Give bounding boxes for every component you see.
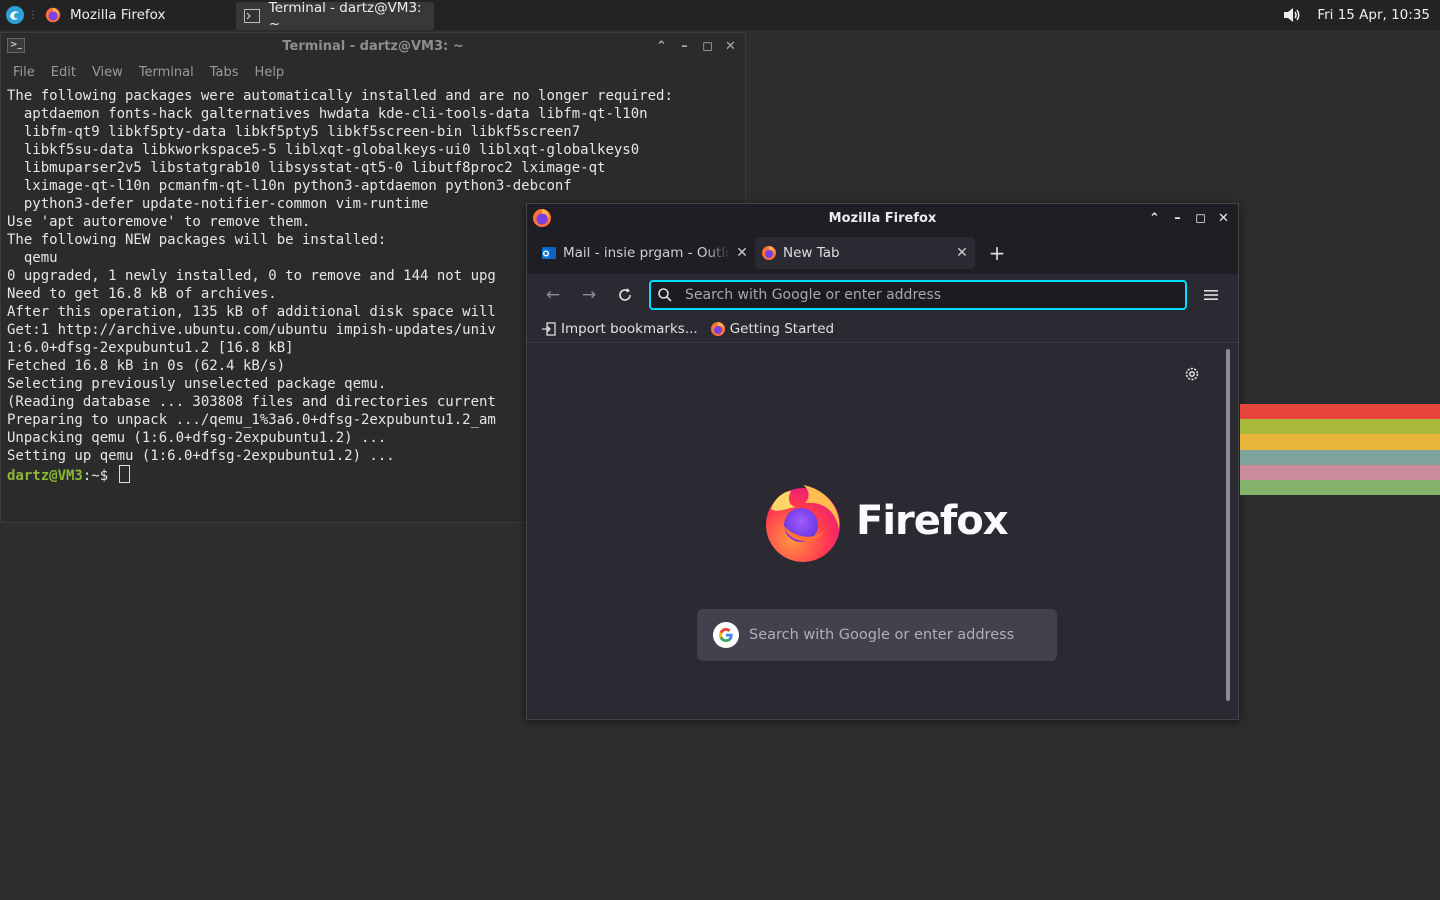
- taskbar-task-label: Mozilla Firefox: [70, 7, 166, 23]
- maximize-icon[interactable]: ◻: [1194, 211, 1207, 226]
- terminal-menubar: File Edit View Terminal Tabs Help: [1, 59, 745, 85]
- taskbar-clock[interactable]: Fri 15 Apr, 10:35: [1317, 7, 1430, 23]
- terminal-line: libfm-qt9 libkf5pty-data libkf5pty5 libk…: [7, 124, 581, 140]
- app-menu-button[interactable]: [1197, 281, 1225, 309]
- shade-icon[interactable]: ⌃: [1148, 211, 1161, 226]
- app-menu-button[interactable]: [0, 0, 30, 30]
- app-menu-icon: [6, 6, 24, 24]
- tab-mail[interactable]: Mail - insie prgam - Outlook ✕: [535, 237, 755, 269]
- taskbar-task-firefox[interactable]: Mozilla Firefox: [36, 0, 236, 30]
- terminal-line: libmuparser2v5 libstatgrab10 libsysstat-…: [7, 160, 606, 176]
- taskbar-task-label: Terminal - dartz@VM3: ~: [268, 0, 422, 32]
- new-tab-page: Firefox Search with Google or enter addr…: [527, 343, 1238, 719]
- url-bar[interactable]: [649, 280, 1187, 310]
- firefox-icon: [762, 246, 776, 260]
- terminal-line: aptdaemon fonts-hack galternatives hwdat…: [7, 106, 648, 122]
- menu-terminal[interactable]: Terminal: [139, 65, 194, 80]
- wallpaper-stripes: [1240, 404, 1440, 496]
- terminal-title: Terminal - dartz@VM3: ~: [282, 38, 464, 54]
- menu-view[interactable]: View: [92, 65, 123, 80]
- new-tab-search-placeholder: Search with Google or enter address: [749, 627, 1015, 643]
- new-tab-search-box[interactable]: Search with Google or enter address: [697, 609, 1057, 661]
- import-icon: [542, 322, 556, 336]
- settings-gear-icon[interactable]: [1182, 364, 1202, 384]
- forward-button[interactable]: →: [575, 281, 603, 309]
- tab-label: Mail - insie prgam - Outlook: [563, 245, 731, 261]
- close-icon[interactable]: ✕: [1217, 211, 1230, 226]
- wallpaper-stripe: [1240, 419, 1440, 435]
- scrollbar[interactable]: [1226, 349, 1230, 701]
- menu-help[interactable]: Help: [255, 65, 285, 80]
- close-tab-icon[interactable]: ✕: [735, 245, 749, 261]
- wallpaper-stripe: [1240, 479, 1440, 496]
- tab-new-tab[interactable]: New Tab ✕: [755, 237, 975, 269]
- wallpaper-stripe: [1240, 464, 1440, 480]
- terminal-prompt-suffix: :~$: [82, 468, 109, 484]
- firefox-wordmark: Firefox: [856, 498, 1009, 544]
- firefox-icon: [533, 209, 551, 227]
- speaker-icon[interactable]: [1281, 4, 1303, 26]
- terminal-icon: [244, 7, 261, 25]
- wallpaper-stripe: [1240, 449, 1440, 465]
- search-icon: [658, 288, 672, 302]
- terminal-prompt-user: dartz@VM3: [7, 468, 83, 484]
- taskbar-task-terminal[interactable]: Terminal - dartz@VM3: ~: [236, 0, 434, 32]
- forward-arrow-icon: →: [581, 285, 597, 305]
- terminal-line: libkf5su-data libkworkspace5-5 liblxqt-g…: [7, 142, 640, 158]
- menu-edit[interactable]: Edit: [51, 65, 76, 80]
- close-icon[interactable]: ✕: [724, 39, 737, 54]
- google-icon: [713, 622, 739, 648]
- firefox-titlebar[interactable]: Mozilla Firefox ⌃ – ◻ ✕: [527, 204, 1238, 232]
- bookmarks-toolbar: Import bookmarks... Getting Started: [527, 316, 1238, 343]
- firefox-icon: [44, 6, 62, 24]
- terminal-icon: >_: [7, 38, 25, 53]
- shade-icon[interactable]: ⌃: [655, 39, 668, 54]
- taskbar: ⋮ Mozilla Firefox Terminal - dartz@VM3: …: [0, 0, 1440, 32]
- bookmark-getting-started[interactable]: Getting Started: [710, 321, 834, 337]
- back-arrow-icon: ←: [545, 285, 561, 305]
- outlook-icon: [542, 247, 556, 259]
- wallpaper-stripe: [1240, 434, 1440, 450]
- url-input[interactable]: [683, 286, 1167, 304]
- wallpaper-stripe: [1240, 404, 1440, 420]
- close-tab-icon[interactable]: ✕: [955, 245, 969, 261]
- maximize-icon[interactable]: ◻: [701, 39, 714, 54]
- terminal-line: lximage-qt-l10n pcmanfm-qt-l10n python3-…: [7, 178, 572, 194]
- terminal-line: The following packages were automaticall…: [7, 88, 673, 104]
- firefox-title: Mozilla Firefox: [828, 210, 937, 226]
- plus-icon: +: [988, 241, 1006, 265]
- terminal-titlebar[interactable]: >_ Terminal - dartz@VM3: ~ ⌃ – ◻ ✕: [1, 33, 745, 59]
- reload-icon: [619, 288, 631, 301]
- minimize-icon[interactable]: –: [678, 39, 691, 54]
- tab-label: New Tab: [783, 245, 840, 261]
- new-tab-button[interactable]: +: [983, 239, 1011, 267]
- firefox-logo-icon: [766, 485, 840, 562]
- tab-strip: Mail - insie prgam - Outlook ✕ New Tab ✕…: [527, 232, 1238, 274]
- firefox-window: Mozilla Firefox ⌃ – ◻ ✕ Mail - insie prg…: [526, 203, 1239, 720]
- bookmark-label: Getting Started: [729, 321, 835, 337]
- terminal-cursor: [118, 465, 130, 483]
- minimize-icon[interactable]: –: [1171, 211, 1184, 226]
- bookmark-import[interactable]: Import bookmarks...: [541, 321, 698, 337]
- menu-tabs[interactable]: Tabs: [210, 65, 239, 80]
- menu-file[interactable]: File: [13, 65, 35, 80]
- reload-button[interactable]: [611, 281, 639, 309]
- firefox-icon: [710, 322, 725, 336]
- bookmark-label: Import bookmarks...: [561, 321, 698, 337]
- nav-bar: ← →: [527, 274, 1238, 316]
- back-button[interactable]: ←: [539, 281, 567, 309]
- hamburger-icon: [1204, 290, 1218, 300]
